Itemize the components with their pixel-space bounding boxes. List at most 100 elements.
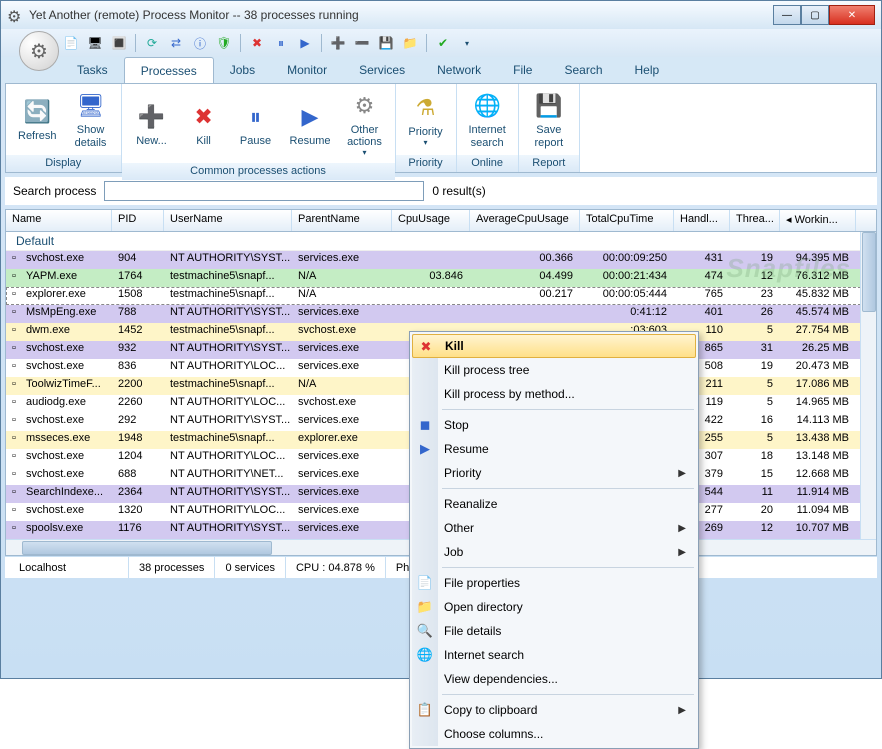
search-bar: Search process 0 result(s) [5, 177, 877, 205]
col-handles[interactable]: Handl... [674, 210, 730, 231]
cm-kill-method[interactable]: Kill process by method... [412, 382, 696, 406]
menu-network[interactable]: Network [421, 57, 497, 83]
cm-kill-tree[interactable]: Kill process tree [412, 358, 696, 382]
separator [321, 34, 322, 52]
resume-button[interactable]: ▶Resume [286, 99, 335, 149]
search-label: Search process [13, 184, 96, 198]
table-row[interactable]: ▫svchost.exe904NT AUTHORITY\SYST...servi… [6, 251, 876, 269]
cm-resume[interactable]: ▶ Resume [412, 437, 696, 461]
toolbar-kill-icon[interactable]: ✖ [247, 33, 267, 53]
menu-file[interactable]: File [497, 57, 548, 83]
maximize-button[interactable]: ▢ [801, 5, 829, 25]
new-button[interactable]: ➕New... [130, 99, 174, 149]
toolbar-shield-icon[interactable]: 🛡 [214, 33, 234, 53]
status-cpu: CPU : 04.878 % [286, 557, 386, 578]
close-button[interactable]: ✕ [829, 5, 875, 25]
kill-label: Kill [196, 135, 211, 147]
scrollbar-thumb[interactable] [22, 541, 272, 555]
cm-label: Other [444, 521, 474, 535]
priority-button[interactable]: ⚗Priority▾ [404, 90, 448, 149]
toolbar-refresh-icon[interactable]: ⟳ [142, 33, 162, 53]
toolbar-icon-1[interactable]: 📄 [61, 33, 81, 53]
cm-priority[interactable]: Priority▶ [412, 461, 696, 485]
toolbar-save-icon[interactable]: 💾 [376, 33, 396, 53]
play-icon: ▶ [416, 440, 434, 458]
search-icon: 🔍 [416, 622, 434, 640]
menu-tasks[interactable]: Tasks [61, 57, 124, 83]
kill-button[interactable]: ✖ Kill [182, 99, 226, 149]
menu-jobs[interactable]: Jobs [214, 57, 271, 83]
col-pid[interactable]: PID [112, 210, 164, 231]
table-row[interactable]: ▫MsMpEng.exe788NT AUTHORITY\SYST...servi… [6, 305, 876, 323]
table-row[interactable]: ▫YAPM.exe1764testmachine5\snapf...N/A03.… [6, 269, 876, 287]
cm-stop[interactable]: ◼Stop [412, 413, 696, 437]
col-working[interactable]: ◂ Workin... [780, 210, 856, 231]
toolbar-link-icon[interactable]: ⇄ [166, 33, 186, 53]
group-row[interactable]: Default [6, 232, 876, 251]
cm-choose-cols[interactable]: Choose columns... [412, 722, 696, 746]
internet-search-button[interactable]: 🌐Internet search [465, 88, 510, 150]
toolbar-info-icon[interactable]: ⓘ [190, 33, 210, 53]
menu-services[interactable]: Services [343, 57, 421, 83]
col-name[interactable]: Name [6, 210, 112, 231]
show-details-button[interactable]: 🖥Show details [69, 88, 113, 150]
toolbar-remove-icon[interactable]: ➖ [352, 33, 372, 53]
process-icon: ▫ [12, 252, 24, 264]
col-working-label: Workin... [795, 214, 838, 226]
toolbar-icon-2[interactable]: 🖥 [85, 33, 105, 53]
scrollbar-thumb[interactable] [862, 232, 876, 312]
table-row[interactable]: ▫explorer.exe1508testmachine5\snapf...N/… [6, 287, 876, 305]
col-threads[interactable]: Threa... [730, 210, 780, 231]
cm-other[interactable]: Other▶ [412, 516, 696, 540]
menu-search[interactable]: Search [548, 57, 618, 83]
cm-label: Stop [444, 418, 469, 432]
menu-help[interactable]: Help [619, 57, 676, 83]
minimize-button[interactable]: — [773, 5, 801, 25]
gear-icon: ⚙ [349, 90, 381, 122]
process-icon: ▫ [12, 270, 24, 282]
toolbar-check-icon[interactable]: ✔ [433, 33, 453, 53]
status-host: Localhost [9, 557, 129, 578]
title-bar[interactable]: ⚙ Yet Another (remote) Process Monitor -… [1, 1, 881, 29]
menu-monitor[interactable]: Monitor [271, 57, 343, 83]
cm-file-props[interactable]: 📄File properties [412, 571, 696, 595]
toolbar-icon-3[interactable]: 🔳 [109, 33, 129, 53]
cm-open-dir[interactable]: 📁Open directory [412, 595, 696, 619]
kill-icon: ✖ [188, 101, 220, 133]
cm-internet[interactable]: 🌐Internet search [412, 643, 696, 667]
internet-label: Internet search [469, 124, 506, 148]
col-total[interactable]: TotalCpuTime [580, 210, 674, 231]
file-icon: 📄 [416, 574, 434, 592]
other-actions-button[interactable]: ⚙Other actions▾ [343, 88, 387, 159]
toolbar-dropdown-icon[interactable]: ▾ [457, 33, 477, 53]
cm-label: Resume [444, 442, 489, 456]
process-icon: ▫ [12, 396, 24, 408]
menu-processes[interactable]: Processes [124, 57, 214, 83]
refresh-button[interactable]: 🔄Refresh [14, 94, 61, 144]
col-parent[interactable]: ParentName [292, 210, 392, 231]
cm-copy[interactable]: 📋Copy to clipboard▶ [412, 698, 696, 722]
cm-label: Priority [444, 466, 481, 480]
cm-kill-label: Kill [445, 339, 464, 353]
globe-icon: 🌐 [416, 646, 434, 664]
col-cpu[interactable]: CpuUsage [392, 210, 470, 231]
cm-kill[interactable]: ✖Kill [412, 334, 696, 358]
toolbar-play-icon[interactable]: ▶ [295, 33, 315, 53]
toolbar-pause-icon[interactable]: ⏸ [271, 33, 291, 53]
cm-reanalize[interactable]: Reanalize [412, 492, 696, 516]
chevron-right-icon: ▶ [678, 547, 686, 558]
save-report-button[interactable]: 💾Save report [527, 88, 571, 150]
col-user[interactable]: UserName [164, 210, 292, 231]
toolbar-folder-icon[interactable]: 📁 [400, 33, 420, 53]
cm-view-dep[interactable]: View dependencies... [412, 667, 696, 691]
col-avgcpu[interactable]: AverageCpuUsage [470, 210, 580, 231]
cm-file-details[interactable]: 🔍File details [412, 619, 696, 643]
search-input[interactable] [104, 181, 424, 201]
pause-button[interactable]: ⏸Pause [234, 99, 278, 149]
app-logo-icon[interactable]: ⚙ [19, 31, 59, 71]
cm-job[interactable]: Job▶ [412, 540, 696, 564]
process-icon: ▫ [12, 414, 24, 426]
vertical-scrollbar[interactable] [860, 232, 876, 545]
separator [442, 409, 694, 410]
toolbar-add-icon[interactable]: ➕ [328, 33, 348, 53]
